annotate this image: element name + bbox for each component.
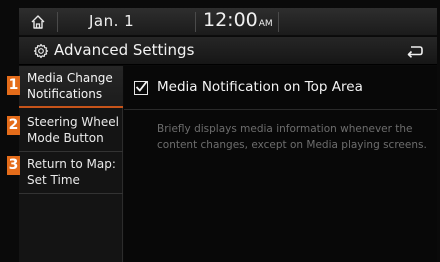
sidebar-item-media-change-notifications[interactable]: Media Change Notifications	[19, 66, 123, 108]
status-time: 12:00	[203, 9, 258, 31]
sidebar-item-return-to-map-set-time[interactable]: Return to Map: Set Time	[19, 152, 123, 194]
status-date: Jan. 1	[89, 12, 135, 30]
status-divider	[278, 12, 279, 32]
back-arrow-icon	[407, 46, 423, 58]
sidebar-item-label: Return to Map: Set Time	[27, 157, 116, 187]
media-notification-checkbox[interactable]	[134, 81, 148, 95]
page-title: Advanced Settings	[54, 41, 195, 59]
sidebar-item-label: Steering Wheel Mode Button	[27, 115, 119, 145]
status-clock: 12:00AM	[203, 9, 273, 31]
gear-icon	[33, 43, 49, 59]
callout-badge: 2	[7, 116, 20, 135]
status-ampm: AM	[258, 19, 273, 29]
home-icon	[31, 15, 45, 29]
status-bar: Jan. 1 12:00AM	[19, 8, 437, 36]
option-description: Briefly displays media information whene…	[157, 123, 427, 151]
title-bar: Advanced Settings	[19, 37, 437, 65]
sidebar-item-label: Media Change Notifications	[27, 71, 113, 101]
status-divider	[57, 12, 58, 32]
callout-badge: 3	[7, 156, 20, 175]
head-unit-screen: Jan. 1 12:00AM Advanced Settings Media C…	[0, 0, 440, 262]
option-label: Media Notification on Top Area	[157, 79, 363, 95]
settings-detail-panel: Media Notification on Top Area Briefly d…	[124, 66, 437, 262]
checkmark-icon	[135, 81, 147, 92]
home-button[interactable]	[19, 8, 57, 36]
settings-sidebar: Media Change Notifications Steering Whee…	[19, 66, 123, 262]
status-divider	[195, 12, 196, 32]
callout-badge: 1	[7, 76, 20, 95]
sidebar-item-steering-wheel-mode-button[interactable]: Steering Wheel Mode Button	[19, 110, 123, 152]
media-notification-option[interactable]: Media Notification on Top Area	[124, 66, 437, 110]
back-button[interactable]	[401, 40, 429, 62]
